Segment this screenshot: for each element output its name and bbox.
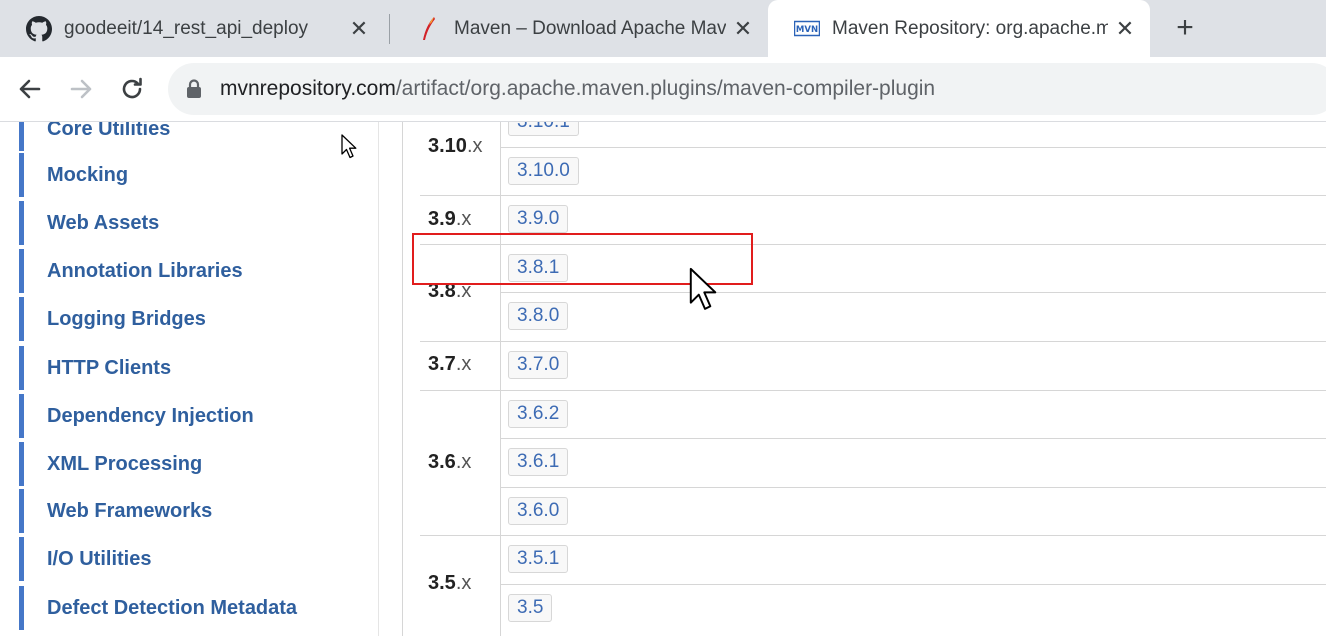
sidebar-category-item[interactable]: HTTP Clients [19,346,171,390]
version-link[interactable]: 3.5 [508,594,553,622]
group-border [420,195,1326,197]
version-group-label: 3.5.x [428,572,471,595]
group-border [420,341,1326,342]
categories-sidebar: Core Utilities Mocking Web Assets Annotatio… [0,122,379,636]
mouse-cursor-icon [689,267,717,310]
reload-icon [122,77,142,99]
version-group-label: 3.6.x [428,451,471,474]
address-bar[interactable]: mvnrepository.com/artifact/org.apache.ma… [168,63,1326,115]
sidebar-category-item[interactable]: Defect Detection Metadata [19,586,297,630]
group-major: 3.7 [428,353,456,376]
version-link[interactable]: 3.10.0 [508,156,579,185]
close-icon[interactable]: ✕ [726,16,760,42]
version-link[interactable]: 3.6.2 [508,399,569,428]
forward-button[interactable] [63,71,99,107]
category-label: Mocking [47,163,129,186]
versions-panel: 3.10.x3.10.13.10.03.9.x3.9.03.8.x3.8.13.… [402,122,1326,636]
category-label: Annotation Libraries [47,259,243,282]
close-icon[interactable]: ✕ [1108,16,1142,42]
group-border [420,535,1326,537]
sidebar-category-item[interactable]: I/O Utilities [19,537,151,581]
sidebar-category-item[interactable]: Logging Bridges [19,297,206,341]
version-link[interactable]: 3.6.0 [508,496,569,525]
tab-title: Maven – Download Apache Maven [454,17,726,39]
forward-arrow-icon [70,79,92,99]
page-viewport: Core Utilities Mocking Web Assets Annotatio… [0,122,1326,636]
tab-github[interactable]: goodeeit/14_rest_api_deploy ✕ [0,0,384,57]
maven-feather-icon [416,16,442,42]
category-label: Logging Bridges [47,307,206,330]
version-group-label: 3.9.x [428,208,471,231]
browser-toolbar: mvnrepository.com/artifact/org.apache.ma… [0,57,1326,122]
close-icon[interactable]: ✕ [342,16,376,42]
github-icon [26,15,52,42]
row-border [500,146,1326,148]
group-suffix: .x [455,572,472,594]
version-group-label: 3.7.x [428,353,471,376]
tab-title: Maven Repository: org.apache.maven.plugi… [832,17,1108,39]
category-label: I/O Utilities [47,547,152,570]
svg-text:MVN: MVN [796,25,818,35]
sidebar-category-item[interactable]: Mocking [19,153,128,197]
mvn-repository-icon: MVN [794,16,820,42]
group-suffix: .x [455,353,472,376]
reload-button[interactable] [114,71,150,107]
sidebar-category-item[interactable]: Web Assets [19,201,159,245]
row-border [500,486,1326,488]
back-arrow-icon [19,79,41,99]
group-major: 3.10 [428,134,467,157]
group-major: 3.9 [428,207,456,230]
sidebar-category-item[interactable]: Dependency Injection [19,394,254,438]
category-label: Web Assets [47,211,160,234]
group-major: 3.5 [428,572,456,594]
category-label: XML Processing [47,452,203,475]
group-suffix: .x [455,207,472,230]
back-button[interactable] [12,71,48,107]
url-host: mvnrepository.com [220,77,396,100]
version-link[interactable]: 3.5.1 [508,545,569,574]
category-label: Core Utilities [47,122,171,140]
version-group-label: 3.10.x [428,135,483,158]
mouse-cursor-icon [341,134,357,159]
tab-maven-repository[interactable]: MVN Maven Repository: org.apache.maven.p… [768,0,1150,57]
row-border [500,438,1326,440]
tab-maven-download[interactable]: Maven – Download Apache Maven ✕ [390,0,768,57]
group-suffix: .x [455,450,472,473]
category-label: Dependency Injection [47,404,254,427]
url-path: /artifact/org.apache.maven.plugins/maven… [395,77,936,100]
tab-title: goodeeit/14_rest_api_deploy [64,17,309,39]
sidebar-category-item[interactable]: Core Utilities [19,122,170,151]
column-divider [500,122,501,636]
tab-strip: goodeeit/14_rest_api_deploy ✕ Maven – Do… [0,0,1326,57]
group-suffix: .x [466,134,483,157]
group-major: 3.6 [428,450,456,473]
new-tab-button[interactable]: + [1168,12,1202,46]
version-link[interactable]: 3.6.1 [508,448,569,477]
sidebar-category-item[interactable]: Annotation Libraries [19,249,243,293]
url-text: mvnrepository.com/artifact/org.apache.ma… [220,77,935,101]
category-label: Web Frameworks [47,499,213,522]
group-border [420,389,1326,391]
lock-icon [187,79,201,98]
sidebar-category-item[interactable]: XML Processing [19,442,202,486]
version-link[interactable]: 3.10.1 [508,122,579,136]
row-border [500,584,1326,585]
version-link[interactable]: 3.7.0 [508,351,569,379]
row-border [500,292,1326,294]
version-link[interactable]: 3.9.0 [508,205,569,234]
category-label: HTTP Clients [47,356,172,379]
version-link[interactable]: 3.8.0 [508,302,569,331]
sidebar-category-item[interactable]: Web Frameworks [19,489,212,533]
category-label: Defect Detection Metadata [47,596,298,619]
